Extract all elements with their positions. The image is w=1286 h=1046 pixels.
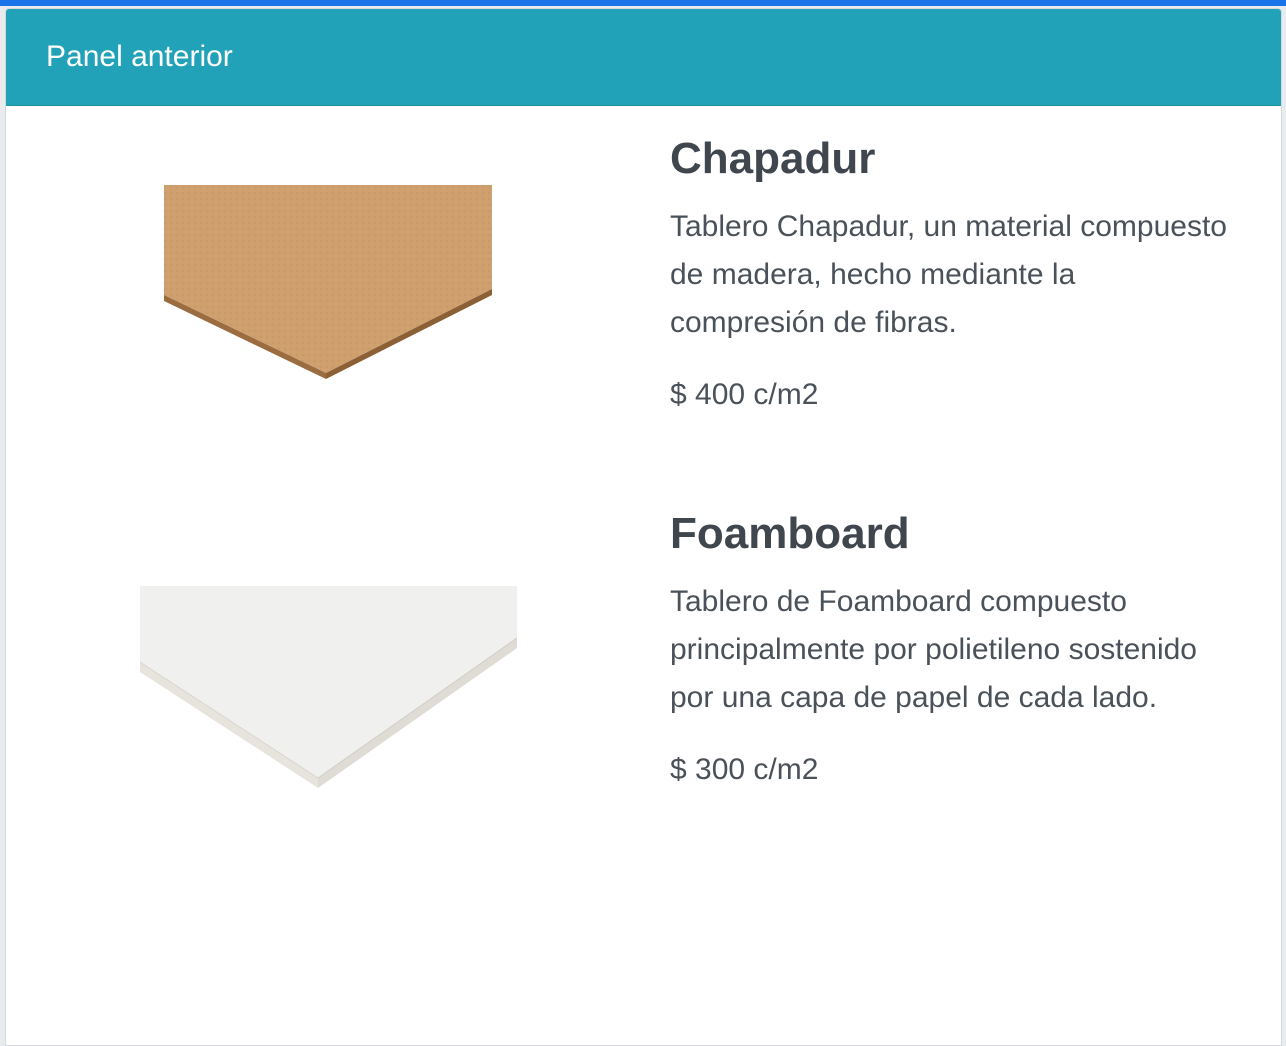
product-description: Tablero Chapadur, un material compuesto … <box>670 210 1227 339</box>
panel-header: Panel anterior <box>6 9 1281 106</box>
product-title: Chapadur <box>670 134 876 183</box>
product-info: Chapadur Tablero Chapadur, un material c… <box>670 131 1230 415</box>
product-price: $ 400 c/m2 <box>670 378 819 411</box>
hardboard-sheet-image <box>164 185 492 403</box>
browser-accent-bar <box>0 0 1286 6</box>
product-title: Foamboard <box>670 509 910 558</box>
product-description: Tablero de Foamboard compuesto principal… <box>670 585 1197 714</box>
product-item: Foamboard Tablero de Foamboard compuesto… <box>6 506 1281 866</box>
product-price: $ 300 c/m2 <box>670 753 819 786</box>
product-info: Foamboard Tablero de Foamboard compuesto… <box>670 506 1230 790</box>
product-item: Chapadur Tablero Chapadur, un material c… <box>6 131 1281 451</box>
foamboard-sheet-image <box>139 586 518 793</box>
panel-card: Panel anterior Chapadur Tablero Chapadur… <box>5 8 1282 1046</box>
panel-title: Panel anterior <box>46 40 233 73</box>
